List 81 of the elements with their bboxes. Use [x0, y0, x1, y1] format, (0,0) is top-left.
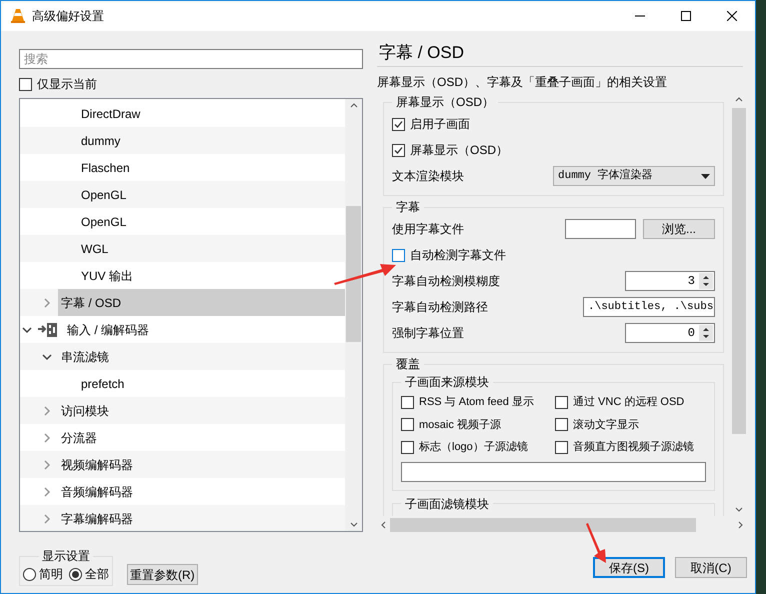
- checkbox-label: 滚动文字显示: [573, 418, 639, 432]
- chevron-right-icon[interactable]: [42, 406, 52, 416]
- checkbox[interactable]: [392, 144, 405, 156]
- dropdown-arrow-icon[interactable]: [701, 174, 710, 178]
- dialog-button[interactable]: 取消(C): [675, 557, 747, 578]
- checkbox[interactable]: [19, 78, 32, 90]
- number-field[interactable]: 3: [625, 271, 715, 291]
- chevron-down-icon[interactable]: [22, 324, 32, 334]
- chevron-right-icon[interactable]: [42, 486, 52, 496]
- tree-item[interactable]: Flaschen: [78, 154, 345, 181]
- checkbox-label: 自动检测字幕文件: [410, 247, 506, 264]
- tree-item[interactable]: 音频编解码器: [58, 478, 345, 505]
- checkbox[interactable]: [392, 118, 405, 130]
- checkbox[interactable]: [555, 418, 568, 432]
- panel-description: 屏幕显示（OSD）、字幕及「重叠子画面」的相关设置: [377, 74, 668, 91]
- traffic-cone-icon: [10, 8, 26, 24]
- field-label: 字幕自动检测模糊度: [392, 273, 501, 290]
- chevron-right-icon[interactable]: [42, 298, 52, 308]
- path-field[interactable]: .\subtitles, .\subs: [583, 297, 715, 317]
- scroll-left-icon[interactable]: [381, 520, 386, 528]
- scroll-down-icon[interactable]: [350, 522, 358, 527]
- radio-button[interactable]: [23, 568, 36, 580]
- search-field[interactable]: 搜索: [19, 49, 363, 69]
- chevron-right-icon[interactable]: [42, 460, 52, 470]
- checkbox[interactable]: [555, 440, 568, 454]
- annotation-arrow: [586, 523, 608, 563]
- close-icon: [727, 11, 737, 21]
- spin-arrows-icon[interactable]: [699, 325, 713, 341]
- tree-item[interactable]: DirectDraw: [78, 100, 345, 127]
- scroll-down-icon[interactable]: [734, 507, 742, 512]
- checkbox[interactable]: [392, 248, 405, 262]
- scroll-up-icon[interactable]: [350, 103, 358, 108]
- vertical-scrollbar[interactable]: [345, 99, 362, 531]
- checkbox-label: 音频直方图视频子源滤镜: [573, 440, 694, 455]
- chevron-right-icon[interactable]: [42, 432, 52, 442]
- checkbox[interactable]: [401, 396, 414, 409]
- field-label: 字幕自动检测路径: [392, 299, 489, 316]
- group-title: 显示设置: [41, 548, 91, 565]
- checkbox-label: 标志（logo）子源滤镜: [419, 440, 528, 455]
- group-title: 字幕: [395, 199, 421, 216]
- tree-item[interactable]: 字幕 / OSD: [58, 289, 345, 316]
- panel-title: 字幕 / OSD: [378, 42, 466, 64]
- checkbox[interactable]: [401, 440, 414, 454]
- group-title: 覆盖: [395, 356, 421, 373]
- group-title: 屏幕显示（OSD）: [395, 94, 496, 111]
- maximize-icon: [681, 11, 691, 21]
- checkbox-label: 屏幕显示（OSD）: [410, 142, 508, 159]
- reset-button[interactable]: 重置参数(R): [127, 564, 198, 585]
- radio-label: 简明: [39, 566, 63, 583]
- chevron-right-icon[interactable]: [42, 514, 52, 524]
- checkbox-label: RSS 与 Atom feed 显示: [419, 395, 534, 410]
- field-label: 使用字幕文件: [392, 221, 465, 238]
- field-label: 强制字幕位置: [392, 325, 465, 342]
- window-title: 高级偏好设置: [32, 8, 105, 25]
- file-path-field[interactable]: [565, 219, 636, 239]
- checkbox-label: 通过 VNC 的远程 OSD: [573, 394, 684, 410]
- module-list-field[interactable]: [401, 462, 706, 482]
- scroll-up-icon[interactable]: [734, 97, 742, 102]
- dropdown[interactable]: dummy 字体渲染器: [553, 166, 715, 186]
- group-title: 子画面滤镜模块: [404, 496, 490, 512]
- chevron-down-icon[interactable]: [42, 352, 52, 362]
- checkbox[interactable]: [401, 418, 414, 432]
- tree-item[interactable]: prefetch: [78, 370, 345, 397]
- group-title: 子画面来源模块: [404, 374, 490, 391]
- checkbox-label: mosaic 视频子源: [419, 418, 501, 432]
- checkbox[interactable]: [555, 396, 568, 409]
- scroll-right-icon[interactable]: [738, 520, 743, 528]
- checkbox-label: 仅显示当前: [37, 76, 97, 93]
- tree-item[interactable]: OpenGL: [78, 208, 345, 235]
- tree-item[interactable]: YUV 输出: [78, 262, 345, 289]
- browse-button[interactable]: 浏览...: [643, 219, 715, 239]
- tree-item[interactable]: 输入 / 编解码器: [64, 316, 345, 343]
- spin-arrows-icon[interactable]: [699, 273, 713, 289]
- number-field[interactable]: 0: [625, 323, 715, 343]
- dialog-button[interactable]: 保存(S): [593, 557, 665, 578]
- tree-item[interactable]: 分流器: [58, 424, 345, 451]
- codec-icon: [38, 322, 58, 338]
- checkbox-label: 启用子画面: [410, 116, 470, 133]
- radio-label: 全部: [85, 566, 109, 583]
- field-label: 文本渲染模块: [392, 168, 465, 185]
- radio-button[interactable]: [69, 568, 82, 580]
